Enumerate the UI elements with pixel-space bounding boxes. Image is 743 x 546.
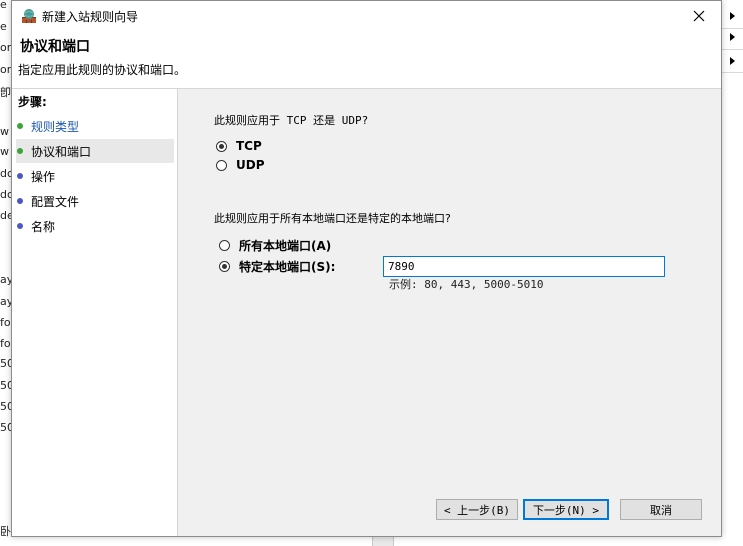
background-text: e — [0, 20, 7, 33]
udp-radio[interactable]: UDP — [216, 158, 265, 172]
chevron-right-icon[interactable] — [730, 12, 735, 20]
window-title: 新建入站规则向导 — [42, 10, 139, 24]
step-label: 协议和端口 — [31, 144, 92, 159]
radio-unselected-icon — [219, 240, 230, 251]
background-text: e — [0, 0, 7, 11]
close-icon — [693, 10, 705, 22]
title-bar: 新建入站规则向导 — [12, 1, 721, 31]
radio-label: UDP — [236, 158, 265, 172]
step-pending-icon — [17, 173, 23, 179]
background-text: w — [0, 125, 9, 138]
step-protocol-and-ports[interactable]: 协议和端口 — [16, 139, 174, 163]
close-button[interactable] — [677, 1, 721, 31]
background-text: fo — [0, 316, 11, 329]
protocol-question: 此规则应用于 TCP 还是 UDP? — [214, 114, 369, 127]
steps-panel: 步骤: 规则类型 协议和端口 操作 配置文件 名称 — [12, 89, 178, 536]
divider — [722, 28, 743, 29]
background-text: w — [0, 145, 9, 158]
background-scrollbar — [372, 537, 394, 546]
wizard-content: 此规则应用于 TCP 还是 UDP? TCP UDP 此规则应用于所有本地端口还… — [178, 89, 721, 536]
specific-ports-input[interactable]: 7890 — [383, 256, 665, 277]
step-complete-icon — [17, 123, 23, 129]
step-pending-icon — [17, 223, 23, 229]
radio-selected-icon — [216, 140, 227, 152]
radio-label: 特定本地端口(S): — [239, 260, 336, 274]
background-text: or — [0, 41, 12, 54]
radio-unselected-icon — [216, 159, 227, 171]
step-label: 名称 — [31, 219, 56, 234]
background-text: 卽 — [0, 86, 11, 99]
radio-label: 所有本地端口(A) — [239, 239, 332, 253]
steps-heading: 步骤: — [18, 95, 47, 109]
step-action: 操作 — [16, 164, 174, 188]
divider — [722, 72, 743, 73]
new-inbound-rule-wizard: 新建入站规则向导 协议和端口 指定应用此规则的协议和端口。 步骤: 规则类型 协… — [11, 0, 722, 537]
background-app-right — [722, 0, 743, 546]
step-complete-icon — [17, 148, 23, 154]
divider — [722, 49, 743, 50]
background-text: or — [0, 63, 12, 76]
firewall-icon — [22, 9, 36, 23]
ports-example-hint: 示例: 80, 443, 5000-5010 — [389, 278, 544, 291]
background-text: fo — [0, 337, 11, 350]
tcp-radio[interactable]: TCP — [216, 139, 262, 153]
step-pending-icon — [17, 198, 23, 204]
step-name: 名称 — [16, 214, 174, 238]
page-title: 协议和端口 — [20, 39, 90, 55]
step-label: 配置文件 — [31, 194, 80, 209]
step-label: 规则类型 — [31, 119, 80, 134]
radio-selected-icon — [219, 261, 230, 272]
radio-label: TCP — [236, 139, 262, 153]
page-description: 指定应用此规则的协议和端口。 — [18, 63, 187, 77]
step-rule-type[interactable]: 规则类型 — [16, 114, 174, 138]
chevron-right-icon[interactable] — [730, 33, 735, 41]
specific-local-ports-radio[interactable]: 特定本地端口(S): — [219, 258, 335, 275]
next-button[interactable]: 下一步(N) > — [523, 499, 609, 520]
step-label: 操作 — [31, 169, 56, 184]
wizard-header: 协议和端口 指定应用此规则的协议和端口。 — [12, 31, 721, 89]
step-profile: 配置文件 — [16, 189, 174, 213]
ports-question: 此规则应用于所有本地端口还是特定的本地端口? — [214, 212, 451, 225]
all-local-ports-radio[interactable]: 所有本地端口(A) — [219, 237, 331, 254]
back-button[interactable]: < 上一步(B) — [436, 499, 518, 520]
background-app-bottom — [0, 537, 743, 546]
chevron-right-icon[interactable] — [730, 57, 735, 65]
cancel-button[interactable]: 取消 — [620, 499, 702, 520]
